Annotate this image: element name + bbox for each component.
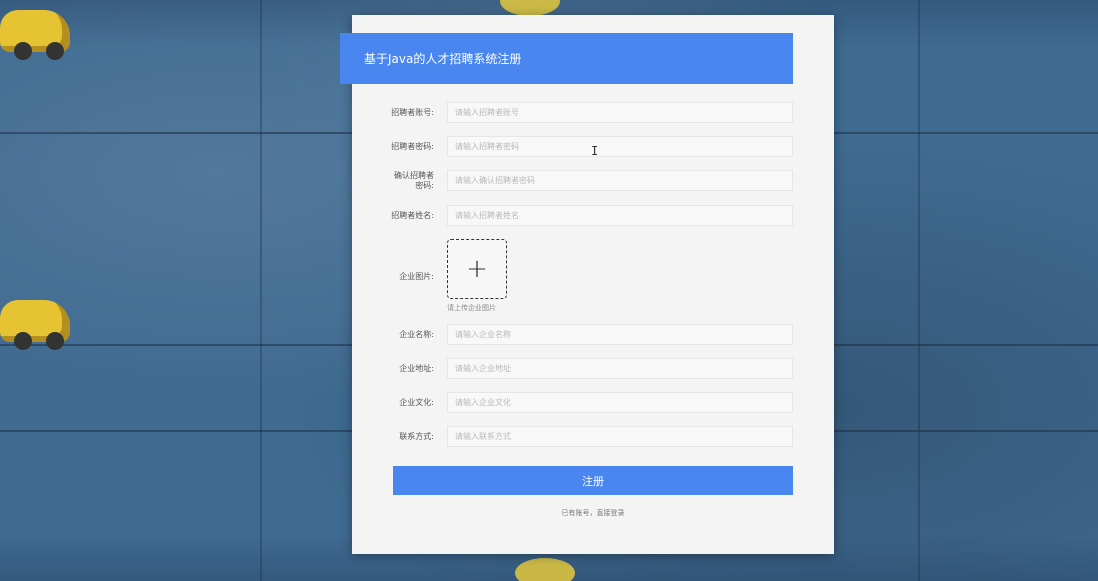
- form-row-confirm-password: 确认招聘者密码:: [352, 170, 834, 191]
- field-label: 招聘者账号:: [391, 107, 434, 117]
- contact-input[interactable]: [447, 426, 793, 447]
- form-title: 基于Java的人才招聘系统注册: [340, 33, 793, 84]
- form-row-company-image: 企业图片:: [352, 271, 834, 283]
- background-car-image: [0, 10, 70, 60]
- register-card: 基于Java的人才招聘系统注册 招聘者账号: 招聘者密码: 确认招聘者密码: 招…: [340, 15, 834, 554]
- name-input[interactable]: [447, 205, 793, 226]
- form-row-account: 招聘者账号:: [352, 102, 834, 123]
- plus-icon: +: [466, 254, 488, 284]
- background-car-image: [0, 300, 70, 350]
- text-cursor-icon: I: [591, 144, 599, 158]
- confirm-password-input[interactable]: [447, 170, 793, 191]
- field-label: 企业地址:: [399, 363, 434, 373]
- field-label: 企业图片:: [399, 272, 434, 281]
- background-car-image: [500, 0, 560, 16]
- field-label: 确认招聘者密码:: [394, 170, 434, 190]
- field-label: 联系方式:: [399, 431, 434, 441]
- company-address-input[interactable]: [447, 358, 793, 379]
- password-input[interactable]: [447, 136, 793, 157]
- login-link[interactable]: 已有账号，直接登录: [352, 508, 834, 518]
- form-row-company-name: 企业名称:: [352, 324, 834, 345]
- register-button[interactable]: 注册: [393, 466, 793, 495]
- form-row-company-culture: 企业文化:: [352, 392, 834, 413]
- form-row-company-address: 企业地址:: [352, 358, 834, 379]
- form-row-contact: 联系方式:: [352, 426, 834, 447]
- company-name-input[interactable]: [447, 324, 793, 345]
- background-seam: [918, 0, 920, 581]
- account-input[interactable]: [447, 102, 793, 123]
- field-label: 招聘者密码:: [391, 141, 434, 151]
- field-label: 招聘者姓名:: [391, 210, 434, 220]
- upload-tip: 请上传企业图片: [447, 304, 496, 312]
- field-label: 企业名称:: [399, 329, 434, 339]
- field-label: 企业文化:: [399, 397, 434, 407]
- form-row-name: 招聘者姓名:: [352, 205, 834, 226]
- background-car-image: [515, 558, 575, 581]
- image-upload-button[interactable]: +: [447, 239, 507, 299]
- background-seam: [260, 0, 262, 581]
- company-culture-input[interactable]: [447, 392, 793, 413]
